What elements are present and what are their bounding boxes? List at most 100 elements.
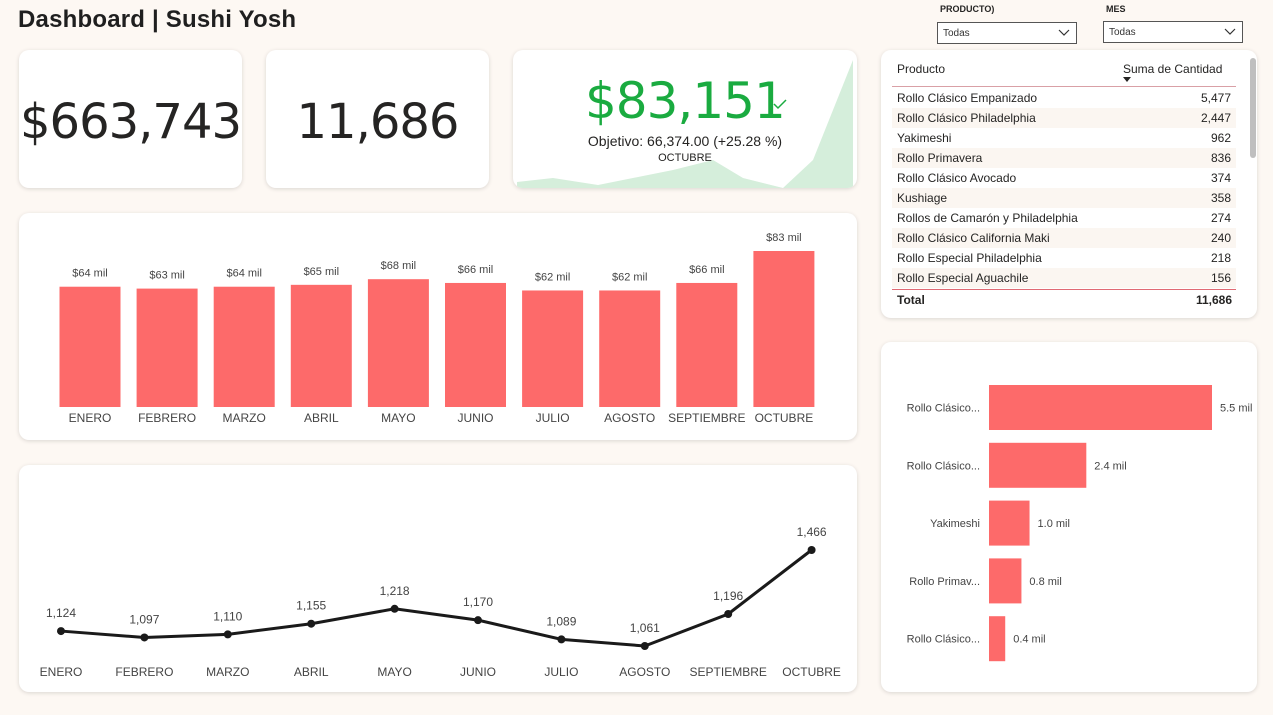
line-point [640,642,649,650]
line-point [557,635,566,644]
cantidad-kpi-value: 11,686 [296,94,460,150]
bar-data-label: $66 mil [689,264,724,276]
row-cantidad: 2,447 [1200,111,1231,125]
bar-data-label: $83 mil [766,232,801,244]
table-row[interactable]: Rollos de Camarón y Philadelphia 274 [892,208,1236,228]
row-producto: Kushiage [897,191,948,205]
x-tick-label: FEBRERO [138,411,196,425]
line-point [57,627,65,636]
total-value: 11,686 [1195,293,1232,307]
point-data-label: 1,097 [129,612,159,626]
ventas-kpi-value: $663,743 [19,94,242,150]
line-point [140,633,149,642]
bar [989,385,1212,430]
bar [136,288,198,407]
x-tick-label: OCTUBRE [782,665,841,679]
bar [367,279,429,407]
header-divider [892,86,1236,87]
mes-filter-value: Todas [1109,27,1136,38]
point-data-label: 1,196 [713,589,743,603]
x-tick-label: ABRIL [294,665,329,679]
table-row[interactable]: Rollo Clásico California Maki 240 [892,228,1236,248]
point-data-label: 1,061 [630,621,660,635]
table-row[interactable]: Rollo Primavera 836 [892,148,1236,168]
chevron-down-icon [1058,29,1070,36]
point-data-label: 1,170 [463,595,493,609]
bar-data-label: $66 mil [458,264,493,276]
bar-data-label: $62 mil [612,271,647,283]
bar-data-label: 0.8 mil [1029,576,1061,588]
producto-filter-dropdown[interactable]: Todas [937,22,1077,44]
point-data-label: 1,218 [380,584,410,598]
table-row[interactable]: Rollo Especial Aguachile 156 [892,268,1236,288]
bar [290,284,352,407]
quantity-series-line [60,548,813,648]
check-icon [773,99,787,110]
bar-data-label: $68 mil [381,260,416,272]
bar-data-label: $64 mil [226,268,261,280]
table-row[interactable]: Rollo Especial Philadelphia 218 [892,248,1236,268]
x-tick-label: MAYO [381,411,415,425]
page-title: Dashboard | Sushi Yosh [18,6,297,33]
bar [522,290,584,407]
monthly-sales-chart-card: $64 mil ENERO $63 mil FEBRERO $64 mil MARZO $6… [19,213,857,440]
x-tick-label: JUNIO [460,665,496,679]
y-tick-label: Rollo Primav... [909,576,980,588]
objetivo-text: Objetivo: 66,374.00 (+25.28 %) [587,133,783,149]
table-scrollbar[interactable] [1250,58,1256,158]
row-cantidad: 156 [1210,271,1231,285]
bar [213,286,275,407]
point-data-label: 1,110 [213,609,242,623]
x-tick-label: AGOSTO [619,665,670,679]
mes-filter-dropdown[interactable]: Todas [1103,21,1243,43]
producto-filter-value: Todas [943,28,970,39]
row-cantidad: 274 [1210,211,1231,225]
table-row[interactable]: Rollo Clásico Philadelphia 2,447 [892,108,1236,128]
row-cantidad: 836 [1210,151,1231,165]
x-tick-label: JUNIO [458,411,494,425]
chevron-down-icon [1224,28,1236,35]
row-cantidad: 962 [1210,131,1231,145]
point-data-label: 1,466 [797,525,827,539]
x-tick-label: AGOSTO [604,411,655,425]
bar [599,290,661,407]
row-producto: Rollo Clásico Philadelphia [897,111,1036,125]
bar [989,616,1006,662]
bar [59,286,121,407]
point-data-label: 1,089 [546,614,576,628]
row-cantidad: 240 [1210,231,1231,245]
x-tick-label: ENERO [40,665,83,679]
monthly-sales-bar-chart: $64 mil ENERO $63 mil FEBRERO $64 mil MARZO $6… [59,232,815,425]
bar-data-label: $64 mil [72,268,107,280]
table-row[interactable]: Kushiage 358 [892,188,1236,208]
cantidad-kpi-card: 11,686 [266,50,489,188]
mes-actual-kpi-card: $83,151 Objetivo: 66,374.00 (+25.28 %) O… [513,50,857,188]
monthly-quantity-chart-card: 1,124 ENERO 1,097 FEBRERO 1,110 MARZO 1,155 ABR… [19,465,857,692]
bar-data-label: 5.5 mil [1220,403,1252,415]
row-cantidad: 358 [1210,191,1231,205]
producto-filter-label: PRODUCTO) [940,4,995,14]
y-tick-label: Rollo Clásico... [907,460,980,472]
line-point [807,546,816,554]
table-row[interactable]: Yakimeshi 962 [892,128,1236,148]
top-products-chart-card: Rollo Clásico... 5.5 mil Rollo Clásico... 2… [881,342,1257,692]
col-header-cantidad[interactable]: Suma de Cantidad [1123,62,1222,76]
row-producto: Rollo Clásico California Maki [897,231,1050,245]
x-tick-label: OCTUBRE [755,411,814,425]
bar [989,442,1087,488]
sort-desc-icon [1123,77,1131,82]
x-tick-label: ENERO [69,411,112,425]
line-point [307,619,316,628]
top-products-bar-chart: Rollo Clásico... 5.5 mil Rollo Clásico... 2… [907,385,1252,662]
bar [753,251,815,407]
x-tick-label: SEPTIEMBRE [668,411,745,425]
row-cantidad: 5,477 [1200,91,1231,105]
table-row[interactable]: Rollo Clásico Empanizado 5,477 [892,88,1236,108]
x-tick-label: SEPTIEMBRE [690,665,767,679]
mes-label: OCTUBRE [658,152,712,164]
col-header-producto[interactable]: Producto [897,62,945,76]
total-divider [892,289,1236,290]
table-row[interactable]: Rollo Clásico Avocado 374 [892,168,1236,188]
row-producto: Rollo Especial Aguachile [897,271,1029,285]
x-tick-label: ABRIL [304,411,339,425]
